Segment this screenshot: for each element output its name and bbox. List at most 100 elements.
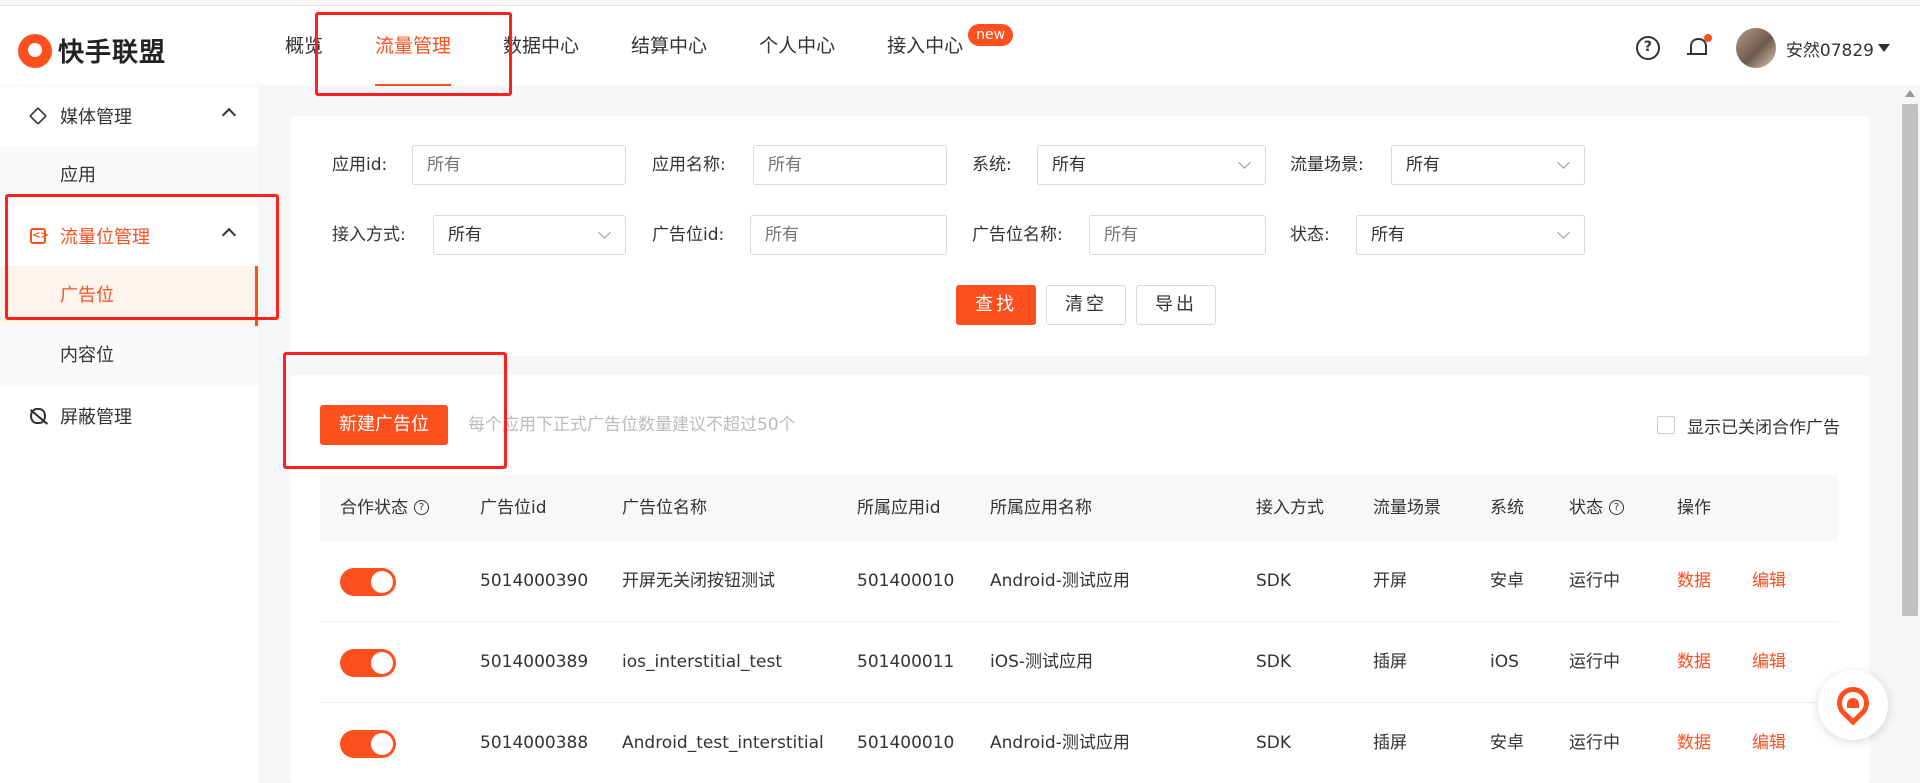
show-closed-checkbox[interactable]: 显示已关闭合作广告 xyxy=(1657,405,1840,445)
access-select[interactable]: 所有 xyxy=(433,215,626,255)
search-button[interactable]: 查找 xyxy=(956,285,1036,325)
scene-cell: 开屏 xyxy=(1373,571,1407,591)
slot-name-input[interactable] xyxy=(1089,215,1266,255)
status-label: 状态: xyxy=(1290,225,1330,245)
access-label: 接入方式: xyxy=(332,225,406,245)
data-link[interactable]: 数据 xyxy=(1677,703,1711,783)
table-row: 5014000389 ios_interstitial_test 5014000… xyxy=(320,622,1838,703)
access-cell: SDK xyxy=(1256,571,1292,591)
floating-support-button[interactable] xyxy=(1818,670,1888,740)
column-header-app-name: 所属应用名称 xyxy=(990,498,1092,518)
column-header-system: 系统 xyxy=(1490,498,1524,518)
slot-name-label: 广告位名称: xyxy=(972,225,1063,245)
scene-select[interactable]: 所有 xyxy=(1391,145,1585,185)
chevron-down-icon xyxy=(1557,226,1570,239)
sidebar-item-ad-slots[interactable]: 广告位 xyxy=(0,266,258,326)
top-right-actions: ? 安然07829 xyxy=(1635,28,1890,68)
new-ad-slot-button[interactable]: 新建广告位 xyxy=(320,405,448,445)
status-cell: 运行中 xyxy=(1569,733,1620,753)
sidebar-item-content-slots[interactable]: 内容位 xyxy=(0,326,258,386)
nav-settlement-center[interactable]: 结算中心 xyxy=(631,6,707,86)
column-header-slot-id: 广告位id xyxy=(480,498,547,518)
filter-panel: 应用id: 应用名称: 系统: 所有 流量场景: 所有 接入方式: 所有 广告位… xyxy=(290,116,1870,356)
slot-id-input[interactable] xyxy=(750,215,947,255)
question-circle-icon[interactable]: ? xyxy=(414,499,429,515)
column-header-app-id: 所属应用id xyxy=(857,498,941,518)
data-link[interactable]: 数据 xyxy=(1677,541,1711,621)
app-id-input[interactable] xyxy=(412,145,626,185)
checkbox-box[interactable] xyxy=(1657,416,1675,434)
help-icon[interactable]: ? xyxy=(1635,36,1660,60)
question-circle-icon[interactable]: ? xyxy=(1609,499,1624,515)
nav-personal-center[interactable]: 个人中心 xyxy=(759,6,835,86)
user-menu-caret-icon[interactable] xyxy=(1878,44,1890,52)
scene-cell: 插屏 xyxy=(1373,652,1407,672)
sidebar-item-apps[interactable]: 应用 xyxy=(0,146,258,206)
table-row: 5014000388 Android_test_interstitial 501… xyxy=(320,703,1838,783)
sidebar-group-block[interactable]: 屏蔽管理 xyxy=(0,386,258,446)
app-name-cell: iOS-测试应用 xyxy=(990,652,1094,672)
coop-status-toggle[interactable] xyxy=(340,649,396,677)
coop-status-toggle[interactable] xyxy=(340,568,396,596)
coop-status-toggle[interactable] xyxy=(340,730,396,758)
nav-access-center[interactable]: 接入中心 new xyxy=(887,6,1014,86)
system-cell: 安卓 xyxy=(1490,571,1524,591)
edit-link[interactable]: 编辑 xyxy=(1752,703,1786,783)
system-label: 系统: xyxy=(972,155,1012,175)
slot-limit-hint: 每个应用下正式广告位数量建议不超过50个 xyxy=(468,415,796,435)
status-select[interactable]: 所有 xyxy=(1356,215,1585,255)
column-header-label: 合作状态 xyxy=(340,498,408,518)
scene-select-value: 所有 xyxy=(1406,155,1440,175)
chevron-down-icon xyxy=(1557,156,1570,169)
app-id-label: 应用id: xyxy=(332,155,388,175)
app-name-input[interactable] xyxy=(753,145,947,185)
access-cell: SDK xyxy=(1256,733,1292,753)
status-cell: 运行中 xyxy=(1569,652,1620,672)
system-select[interactable]: 所有 xyxy=(1037,145,1266,185)
app-id-cell: 501400010 xyxy=(857,733,955,753)
sidebar: 媒体管理 应用 <> 流量位管理 广告位 内容位 屏蔽管理 xyxy=(0,86,258,783)
column-header-status: 状态? xyxy=(1569,475,1624,541)
avatar[interactable] xyxy=(1735,28,1776,68)
app-name-label: 应用名称: xyxy=(652,155,726,175)
app-id-cell: 501400011 xyxy=(857,652,955,672)
scene-label: 流量场景: xyxy=(1290,155,1364,175)
sidebar-group-media[interactable]: 媒体管理 xyxy=(0,86,258,146)
access-select-value: 所有 xyxy=(448,225,482,245)
eye-off-icon xyxy=(30,408,46,424)
notification-bell-icon[interactable] xyxy=(1686,34,1712,60)
heart-icon xyxy=(1847,698,1859,708)
table-header: 合作状态? 广告位id 广告位名称 所属应用id 所属应用名称 接入方式 流量场… xyxy=(320,475,1838,541)
user-name[interactable]: 安然07829 xyxy=(1786,36,1874,61)
column-header-scene: 流量场景 xyxy=(1373,498,1441,518)
logo[interactable]: 快手联盟 xyxy=(18,32,166,69)
slot-name-cell: Android_test_interstitial xyxy=(622,733,824,753)
app-name-cell: Android-测试应用 xyxy=(990,733,1130,753)
column-header-actions: 操作 xyxy=(1677,498,1711,518)
slot-id-cell: 5014000388 xyxy=(480,733,589,753)
nav-traffic-management[interactable]: 流量管理 xyxy=(375,6,452,86)
app-id-cell: 501400010 xyxy=(857,571,955,591)
app-name-cell: Android-测试应用 xyxy=(990,571,1130,591)
new-badge: new xyxy=(968,24,1014,46)
data-link[interactable]: 数据 xyxy=(1677,622,1711,702)
export-button[interactable]: 导出 xyxy=(1136,285,1216,325)
edit-link[interactable]: 编辑 xyxy=(1752,622,1786,702)
table-row: 5014000390 开屏无关闭按钮测试 501400010 Android-测… xyxy=(320,541,1838,622)
slot-name-cell: ios_interstitial_test xyxy=(622,652,783,672)
sidebar-group-label: 媒体管理 xyxy=(60,107,132,128)
nav-overview[interactable]: 概览 xyxy=(285,6,323,86)
edit-link[interactable]: 编辑 xyxy=(1752,541,1786,621)
sidebar-group-traffic-slots[interactable]: <> 流量位管理 xyxy=(0,206,258,266)
chevron-up-icon xyxy=(221,227,237,243)
code-icon: <> xyxy=(30,228,49,244)
chevron-down-icon xyxy=(598,226,611,239)
nav-access-center-label: 接入中心 xyxy=(887,35,964,57)
kuaishou-logo-icon xyxy=(18,33,52,68)
scrollbar-thumb[interactable] xyxy=(1902,104,1918,616)
column-header-slot-name: 广告位名称 xyxy=(622,498,707,518)
scroll-up-arrow-icon[interactable] xyxy=(1905,90,1915,97)
system-cell: iOS xyxy=(1490,652,1519,672)
nav-data-center[interactable]: 数据中心 xyxy=(503,6,579,86)
clear-button[interactable]: 清空 xyxy=(1046,285,1126,325)
